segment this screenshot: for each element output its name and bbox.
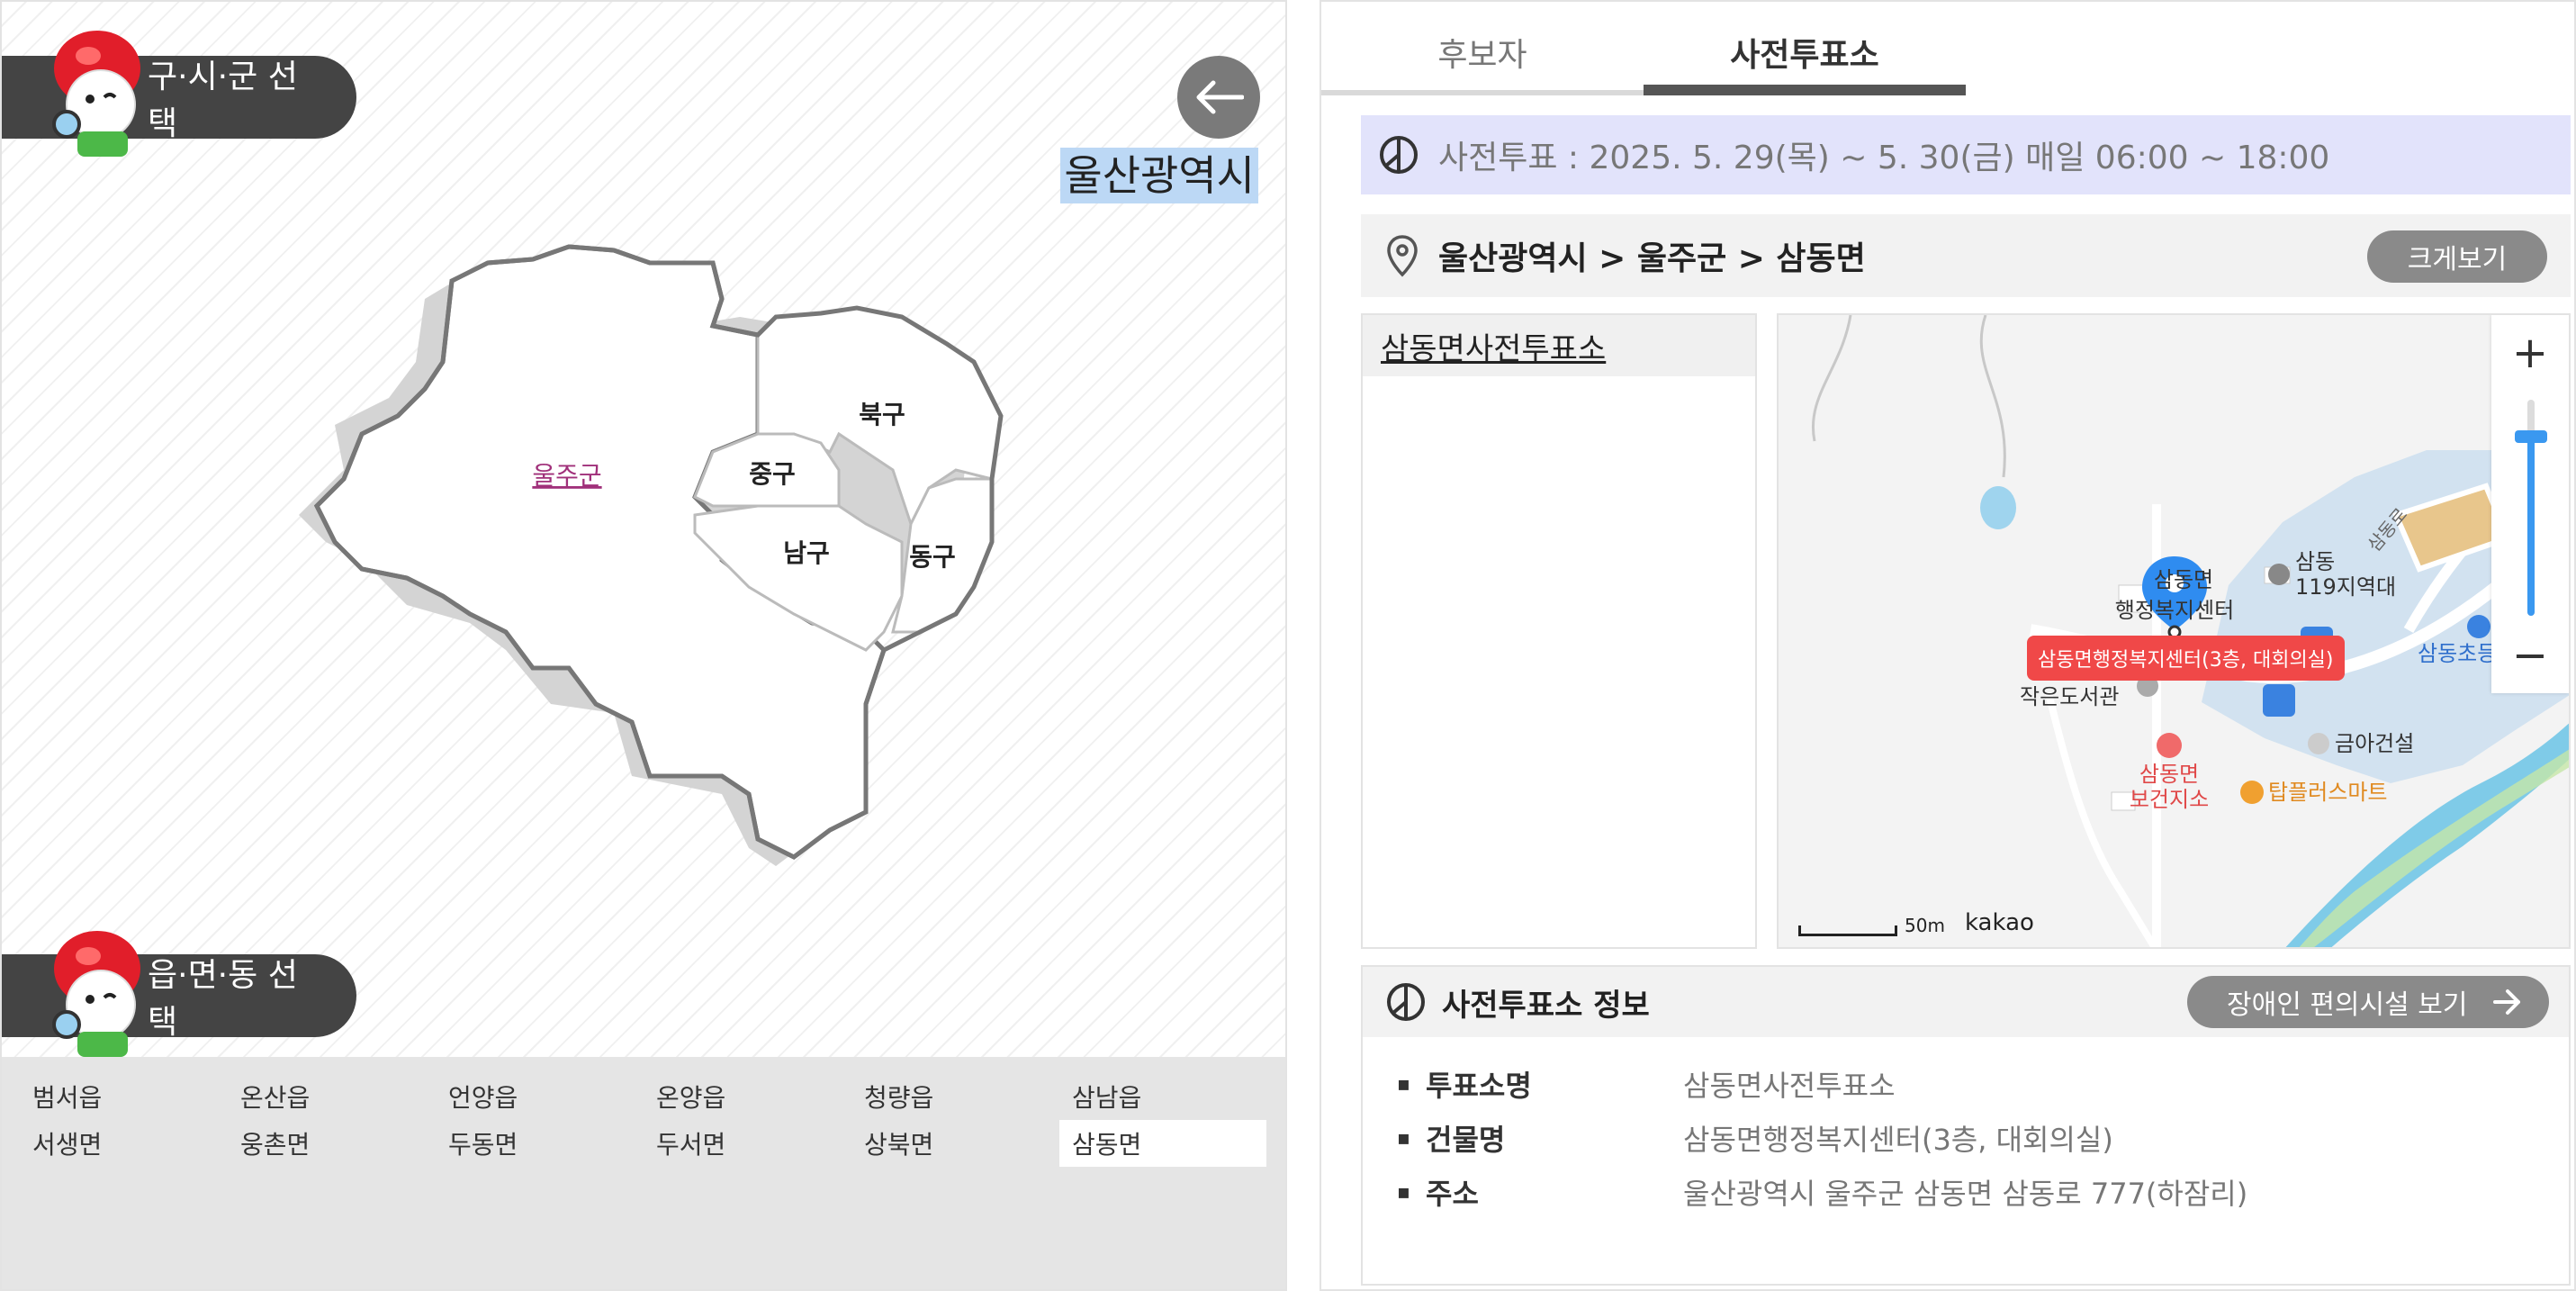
poi-construction: 금아건설 <box>2335 731 2414 756</box>
info-value: 삼동면사전투표소 <box>1683 1069 1896 1103</box>
region-label-nam[interactable]: 남구 <box>783 538 830 568</box>
arrow-right-icon <box>2493 989 2520 1015</box>
town-item[interactable]: 두동면 <box>436 1120 644 1167</box>
enlarge-button[interactable]: 크게보기 <box>2367 230 2547 283</box>
back-button[interactable] <box>1177 56 1260 139</box>
accessibility-button-label: 장애인 편의시설 보기 <box>2227 989 2468 1021</box>
zoom-slider[interactable] <box>2515 400 2547 616</box>
tab-candidates[interactable]: 후보자 <box>1321 2 1644 95</box>
town-item[interactable]: 두서면 <box>644 1120 851 1167</box>
info-row-station-name: ▪ 투표소명 삼동면사전투표소 <box>1397 1057 2569 1111</box>
poi-fire-line1: 삼동 <box>2295 549 2335 574</box>
bullet-icon: ▪ <box>1397 1072 1410 1096</box>
town-item[interactable]: 온산읍 <box>228 1073 436 1120</box>
station-marker-label[interactable]: 삼동면행정복지센터(3층, 대회의실) <box>2027 636 2345 681</box>
region-select-panel: 울주군 북구 중구 남구 동구 구·시·군 선택 울산광역시 읍·면·동 선택 <box>0 0 1287 1291</box>
map-canvas[interactable]: 삼동면 행정복지센터 삼동 119지역대 작은도서관 삼동면 보건지소 금아건설… <box>1779 315 2571 949</box>
district-select-label: 구·시·군 선택 <box>148 59 298 142</box>
station-list-item[interactable]: 삼동면사전투표소 <box>1363 315 1755 376</box>
scale-unit: 50m <box>1905 915 1945 936</box>
info-value: 삼동면행정복지센터(3층, 대회의실) <box>1683 1123 2113 1157</box>
map-brand-logo: kakao <box>1964 909 2034 936</box>
location-bar: 울산광역시 > 울주군 > 삼동면 크게보기 <box>1361 214 2571 297</box>
bullet-icon: ▪ <box>1397 1180 1410 1204</box>
zoom-control: + − <box>2491 315 2569 693</box>
station-info-rows: ▪ 투표소명 삼동면사전투표소 ▪ 건물명 삼동면행정복지센터(3층, 대회의실… <box>1363 1037 2569 1219</box>
early-voting-period-banner: 사전투표 : 2025. 5. 29(목) ~ 5. 30(금) 매일 06:0… <box>1361 115 2571 194</box>
poi-health-line1: 삼동면 <box>2139 762 2199 787</box>
bullet-icon: ▪ <box>1397 1126 1410 1150</box>
town-item-selected[interactable]: 삼동면 <box>1059 1120 1266 1167</box>
town-item[interactable]: 언양읍 <box>436 1073 644 1120</box>
town-item[interactable]: 온양읍 <box>644 1073 851 1120</box>
early-voting-period-text: 사전투표 : 2025. 5. 29(목) ~ 5. 30(금) 매일 06:0… <box>1438 140 2330 176</box>
town-item[interactable]: 웅촌면 <box>228 1120 436 1167</box>
info-key: 건물명 <box>1426 1123 1506 1157</box>
info-value: 울산광역시 울주군 삼동면 삼동로 777(하잠리) <box>1683 1177 2248 1211</box>
poi-center-line2: 행정복지센터 <box>2115 598 2234 623</box>
region-label-jung[interactable]: 중구 <box>749 459 796 489</box>
zoom-slider-handle[interactable] <box>2515 430 2547 443</box>
map-scale: 50m kakao <box>1798 909 2034 936</box>
mascot-icon <box>52 931 140 1057</box>
station-info-header: 사전투표소 정보 장애인 편의시설 보기 <box>1363 967 2569 1037</box>
town-item[interactable]: 삼남읍 <box>1059 1073 1267 1120</box>
info-row-building: ▪ 건물명 삼동면행정복지센터(3층, 대회의실) <box>1397 1111 2569 1165</box>
town-item[interactable]: 청량읍 <box>851 1073 1059 1120</box>
scale-bar <box>1798 925 1897 936</box>
tab-early-voting-stations[interactable]: 사전투표소 <box>1644 2 1966 95</box>
tab-bar: 후보자 사전투표소 <box>1321 2 1966 95</box>
town-item[interactable]: 범서읍 <box>20 1073 228 1120</box>
town-item[interactable]: 상북면 <box>851 1120 1059 1167</box>
info-key: 투표소명 <box>1426 1069 1532 1103</box>
location-path: 울산광역시 > 울주군 > 삼동면 <box>1438 240 1866 277</box>
arrow-left-icon <box>1196 80 1244 114</box>
selected-city-title: 울산광역시 <box>1060 148 1258 203</box>
station-info: 사전투표소 정보 장애인 편의시설 보기 ▪ 투표소명 삼동면사전투표소 ▪ 건… <box>1361 965 2571 1286</box>
poi-health-line2: 보건지소 <box>2130 787 2209 812</box>
town-list: 범서읍 온산읍 언양읍 온양읍 청량읍 삼남읍 서생면 웅촌면 두동면 두서면 … <box>2 1057 1285 1289</box>
region-label-buk[interactable]: 북구 <box>859 400 905 429</box>
town-select-label: 읍·면·동 선택 <box>148 957 298 1041</box>
info-row-address: ▪ 주소 울산광역시 울주군 삼동면 삼동로 777(하잠리) <box>1397 1165 2569 1219</box>
poi-fire-line2: 119지역대 <box>2295 574 2396 600</box>
accessibility-facilities-button[interactable]: 장애인 편의시설 보기 <box>2187 976 2549 1028</box>
town-item[interactable]: 서생면 <box>20 1120 228 1167</box>
station-map[interactable]: 삼동면 행정복지센터 삼동 119지역대 작은도서관 삼동면 보건지소 금아건설… <box>1777 313 2571 949</box>
location-pin-icon <box>1387 235 1418 277</box>
poi-library: 작은도서관 <box>2020 684 2119 709</box>
region-label-ulju[interactable]: 울주군 <box>532 461 601 491</box>
poi-school: 삼동초등 <box>2418 641 2497 666</box>
poi-center-line1: 삼동면 <box>2154 567 2213 592</box>
station-list: 삼동면사전투표소 <box>1361 313 1757 949</box>
station-info-panel: 후보자 사전투표소 사전투표 : 2025. 5. 29(목) ~ 5. 30(… <box>1320 0 2576 1291</box>
region-label-dong[interactable]: 동구 <box>909 542 956 572</box>
zoom-slider-fill <box>2527 436 2535 616</box>
poi-mart: 탑플러스마트 <box>2268 780 2387 805</box>
zoom-out-button[interactable]: − <box>2491 618 2569 693</box>
ballot-icon <box>1387 983 1425 1021</box>
station-info-title: 사전투표소 정보 <box>1442 987 1650 1024</box>
mascot-icon <box>52 31 140 157</box>
ballot-clock-icon <box>1380 136 1418 174</box>
info-key: 주소 <box>1426 1177 1479 1211</box>
zoom-in-button[interactable]: + <box>2491 315 2569 391</box>
